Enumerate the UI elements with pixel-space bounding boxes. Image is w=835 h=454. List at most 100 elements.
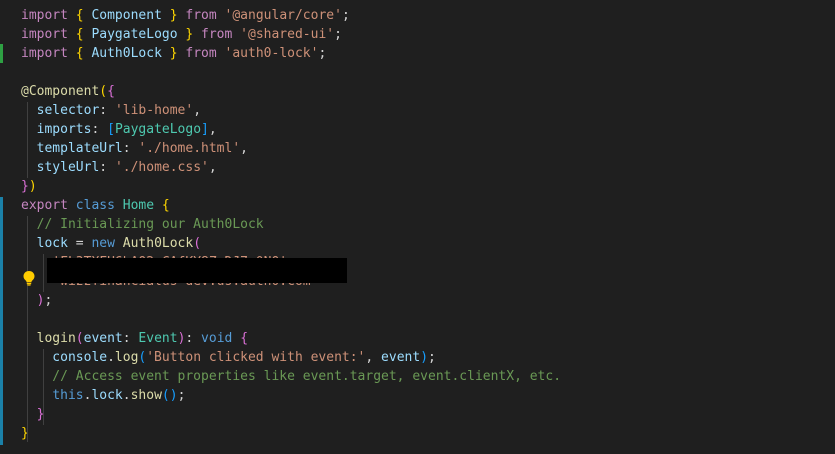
code-line[interactable]: login(event: Event): void { [0,329,835,348]
gutter-change-marker [0,44,3,63]
code-line[interactable]: console.log('Button clicked with event:'… [0,348,835,367]
code-token: } [169,46,178,61]
code-token: , [240,141,248,156]
code-token: class [75,198,115,213]
code-line[interactable] [0,63,835,82]
code-line[interactable]: } [0,424,835,443]
code-token: ; [428,350,436,365]
lightbulb-icon[interactable] [22,270,36,286]
code-token: '@angular/core' [224,8,342,23]
code-line[interactable]: } [0,405,835,424]
code-line-text: @Component({ [21,82,115,101]
code-token: styleUrl [21,160,100,175]
code-token: login [21,331,76,346]
code-token: import [21,27,68,42]
code-token: event [381,350,421,365]
code-token: console [21,350,108,365]
code-line[interactable]: export class Home { [0,196,835,215]
code-token: : [91,122,108,137]
code-token: , [365,350,382,365]
code-token: ) [420,350,429,365]
code-line-text: styleUrl: './home.css', [21,158,217,177]
indent-guide [43,254,44,292]
code-token: : [122,141,139,156]
code-line[interactable]: this.lock.show(); [0,386,835,405]
code-token: { [75,46,84,61]
code-line[interactable]: templateUrl: './home.html', [0,139,835,158]
code-line[interactable]: selector: 'lib-home', [0,101,835,120]
code-token: 'auth0-lock' [224,46,319,61]
code-token: } [169,8,178,23]
code-token: export [21,198,68,213]
code-token: { [75,27,84,42]
code-token: , [193,103,202,118]
code-token: PaygateLogo [114,122,202,137]
code-token: @ [21,84,29,99]
code-token: Component [28,84,100,99]
code-token: this [52,388,84,403]
code-token: // Access event properties like event.ta… [21,369,562,384]
code-token: ) [169,388,178,403]
code-token: ) [28,179,37,194]
indent-guide [27,216,28,442]
code-token: : [99,160,115,175]
code-line[interactable]: @Component({ [0,82,835,101]
code-line[interactable]: // Initializing our Auth0Lock [0,215,835,234]
code-token: Auth0Lock [91,46,162,61]
code-token: PaygateLogo [91,27,178,42]
code-line-text: console.log('Button clicked with event:'… [21,348,436,367]
code-token: ( [99,84,108,99]
code-line[interactable]: import { PaygateLogo } from '@shared-ui'… [0,25,835,44]
code-line[interactable]: import { Component } from '@angular/core… [0,6,835,25]
gutter-change-marker [0,197,3,445]
code-token: . [107,350,115,365]
code-line-text: this.lock.show(); [21,386,185,405]
code-token: ; [341,8,350,23]
code-token: new [91,236,115,251]
code-token: selector [21,103,100,118]
code-line-text: export class Home { [21,196,170,215]
code-token: from [185,46,217,61]
code-line[interactable]: }) [0,177,835,196]
code-editor[interactable]: import { Component } from '@angular/core… [0,0,835,454]
code-line[interactable]: import { Auth0Lock } from 'auth0-lock'; [0,44,835,63]
code-token: '@shared-ui' [240,27,335,42]
code-line[interactable]: imports: [PaygateLogo], [0,120,835,139]
code-token: // Initializing our Auth0Lock [21,217,264,232]
code-line-text: }) [21,177,37,196]
code-token: show [130,388,162,403]
code-token: import [21,46,68,61]
code-line[interactable]: lock = new Auth0Lock( [0,234,835,253]
code-line[interactable]: ); [0,291,835,310]
code-token: ( [75,331,84,346]
code-line[interactable] [0,310,835,329]
code-token: from [185,8,217,23]
code-line[interactable]: // Access event properties like event.ta… [0,367,835,386]
code-token: { [240,331,249,346]
code-token: { [107,84,115,99]
code-line-text: lock = new Auth0Lock( [21,234,201,253]
code-token: ; [44,293,53,308]
code-line-text: ); [21,291,53,310]
code-token: : [122,331,139,346]
code-line[interactable]: styleUrl: './home.css', [0,158,835,177]
code-token: Home [122,198,155,213]
code-token: ; [177,388,186,403]
code-token: from [201,27,233,42]
code-token: } [21,179,29,194]
code-token: './home.css' [114,160,209,175]
code-line-text: imports: [PaygateLogo], [21,120,217,139]
code-line-text: // Access event properties like event.ta… [21,367,561,386]
code-line-text: import { PaygateLogo } from '@shared-ui'… [21,25,342,44]
code-token: templateUrl [21,141,123,156]
code-token: void [201,331,233,346]
